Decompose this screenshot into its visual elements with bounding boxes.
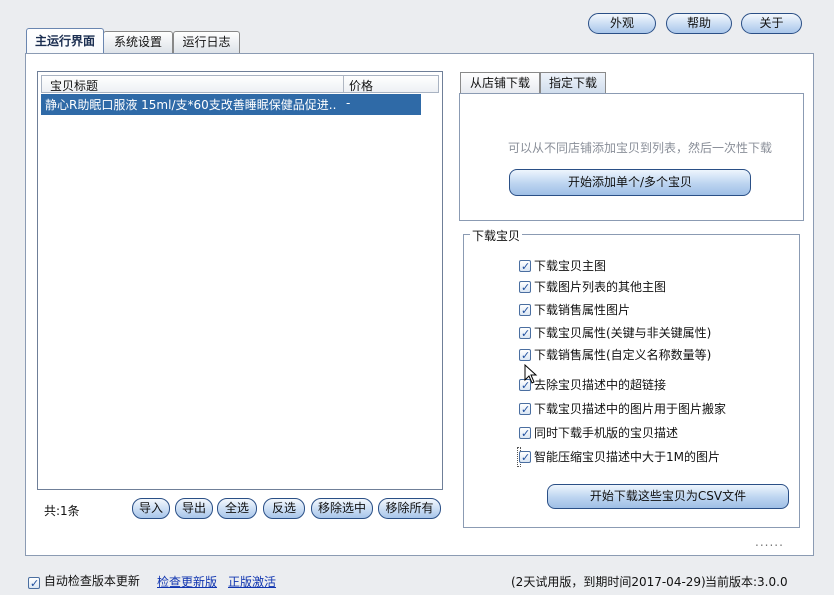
tab-from-shop[interactable]: 从店铺下载	[460, 72, 540, 94]
option-label: 智能压缩宝贝描述中大于1M的图片	[534, 450, 720, 464]
list-header: 宝贝标题 价格	[41, 75, 439, 93]
row-price: -	[346, 96, 351, 110]
tab-main[interactable]: 主运行界面	[26, 28, 104, 54]
column-header-title[interactable]: 宝贝标题	[50, 77, 98, 94]
checkmark-icon: ✓	[521, 349, 531, 362]
option-label: 下载图片列表的其他主图	[534, 280, 667, 294]
start-download-csv-button[interactable]: 开始下载这些宝贝为CSV文件	[547, 484, 789, 509]
import-button[interactable]: 导入	[132, 498, 170, 519]
add-items-hint: 可以从不同店铺添加宝贝到列表，然后一次性下载	[508, 141, 773, 155]
download-group-title: 下载宝贝	[470, 227, 523, 244]
checkmark-icon: ✓	[521, 327, 531, 340]
remove-selected-button[interactable]: 移除选中	[311, 498, 373, 519]
auto-check-update-option[interactable]: ✓ 自动检查版本更新	[28, 573, 140, 590]
option-label: 下载销售属性(自定义名称数量等)	[534, 348, 712, 362]
item-count: 共:1条	[44, 504, 80, 518]
export-button[interactable]: 导出	[175, 498, 213, 519]
checkbox[interactable]: ✓	[519, 260, 531, 273]
checkmark-icon: ✓	[521, 281, 531, 294]
checkmark-icon: ✓	[521, 451, 531, 464]
checkbox[interactable]: ✓	[519, 327, 531, 340]
checkbox[interactable]: ✓	[519, 304, 531, 317]
checkbox[interactable]: ✓	[519, 427, 531, 440]
checkbox[interactable]: ✓	[519, 403, 531, 416]
table-row[interactable]: 静心R助眠口服液 15ml/支*60支改善睡眠保健品促进... -	[41, 94, 421, 115]
option-label: 下载宝贝描述中的图片用于图片搬家	[534, 402, 727, 416]
option-label: 同时下载手机版的宝贝描述	[534, 426, 679, 440]
checkmark-icon: ✓	[30, 577, 40, 590]
add-items-button[interactable]: 开始添加单个/多个宝贝	[509, 169, 751, 196]
checkmark-icon: ✓	[521, 260, 531, 273]
trial-status: (2天试用版，到期时间2017-04-29)	[511, 575, 706, 589]
checkbox[interactable]: ✓	[519, 451, 531, 464]
help-button[interactable]: 帮助	[666, 13, 732, 34]
check-update-link[interactable]: 检查更新版	[157, 573, 217, 590]
tab-log[interactable]: 运行日志	[173, 31, 240, 53]
column-divider[interactable]	[343, 76, 344, 92]
activate-link[interactable]: 正版激活	[228, 573, 276, 590]
about-button[interactable]: 关于	[741, 13, 802, 34]
specified-download-panel	[459, 93, 804, 221]
checkmark-icon: ✓	[521, 403, 531, 416]
select-all-button[interactable]: 全选	[217, 498, 257, 519]
option-label: 下载宝贝主图	[534, 259, 607, 273]
checkbox[interactable]: ✓	[519, 349, 531, 362]
checkbox[interactable]: ✓	[28, 577, 40, 590]
checkmark-icon: ✓	[521, 304, 531, 317]
auto-check-update-label: 自动检查版本更新	[43, 574, 140, 588]
version-label: 当前版本:3.0.0	[705, 575, 788, 589]
option-label: 去除宝贝描述中的超链接	[534, 378, 667, 392]
tab-specified-download[interactable]: 指定下载	[540, 72, 606, 94]
mouse-cursor-icon	[524, 364, 538, 384]
appearance-button[interactable]: 外观	[588, 13, 656, 34]
invert-selection-button[interactable]: 反选	[263, 498, 305, 519]
tab-settings[interactable]: 系统设置	[103, 31, 173, 53]
column-header-price[interactable]: 价格	[349, 77, 373, 94]
remove-all-button[interactable]: 移除所有	[378, 498, 441, 519]
checkmark-icon: ✓	[521, 427, 531, 440]
option-label: 下载销售属性图片	[534, 303, 631, 317]
resize-dots: ......	[755, 535, 784, 549]
item-list[interactable]: 宝贝标题 价格 静心R助眠口服液 15ml/支*60支改善睡眠保健品促进... …	[37, 71, 443, 490]
checkbox[interactable]: ✓	[519, 281, 531, 294]
option-label: 下载宝贝属性(关键与非关键属性)	[534, 326, 712, 340]
row-title: 静心R助眠口服液 15ml/支*60支改善睡眠保健品促进...	[45, 98, 337, 112]
